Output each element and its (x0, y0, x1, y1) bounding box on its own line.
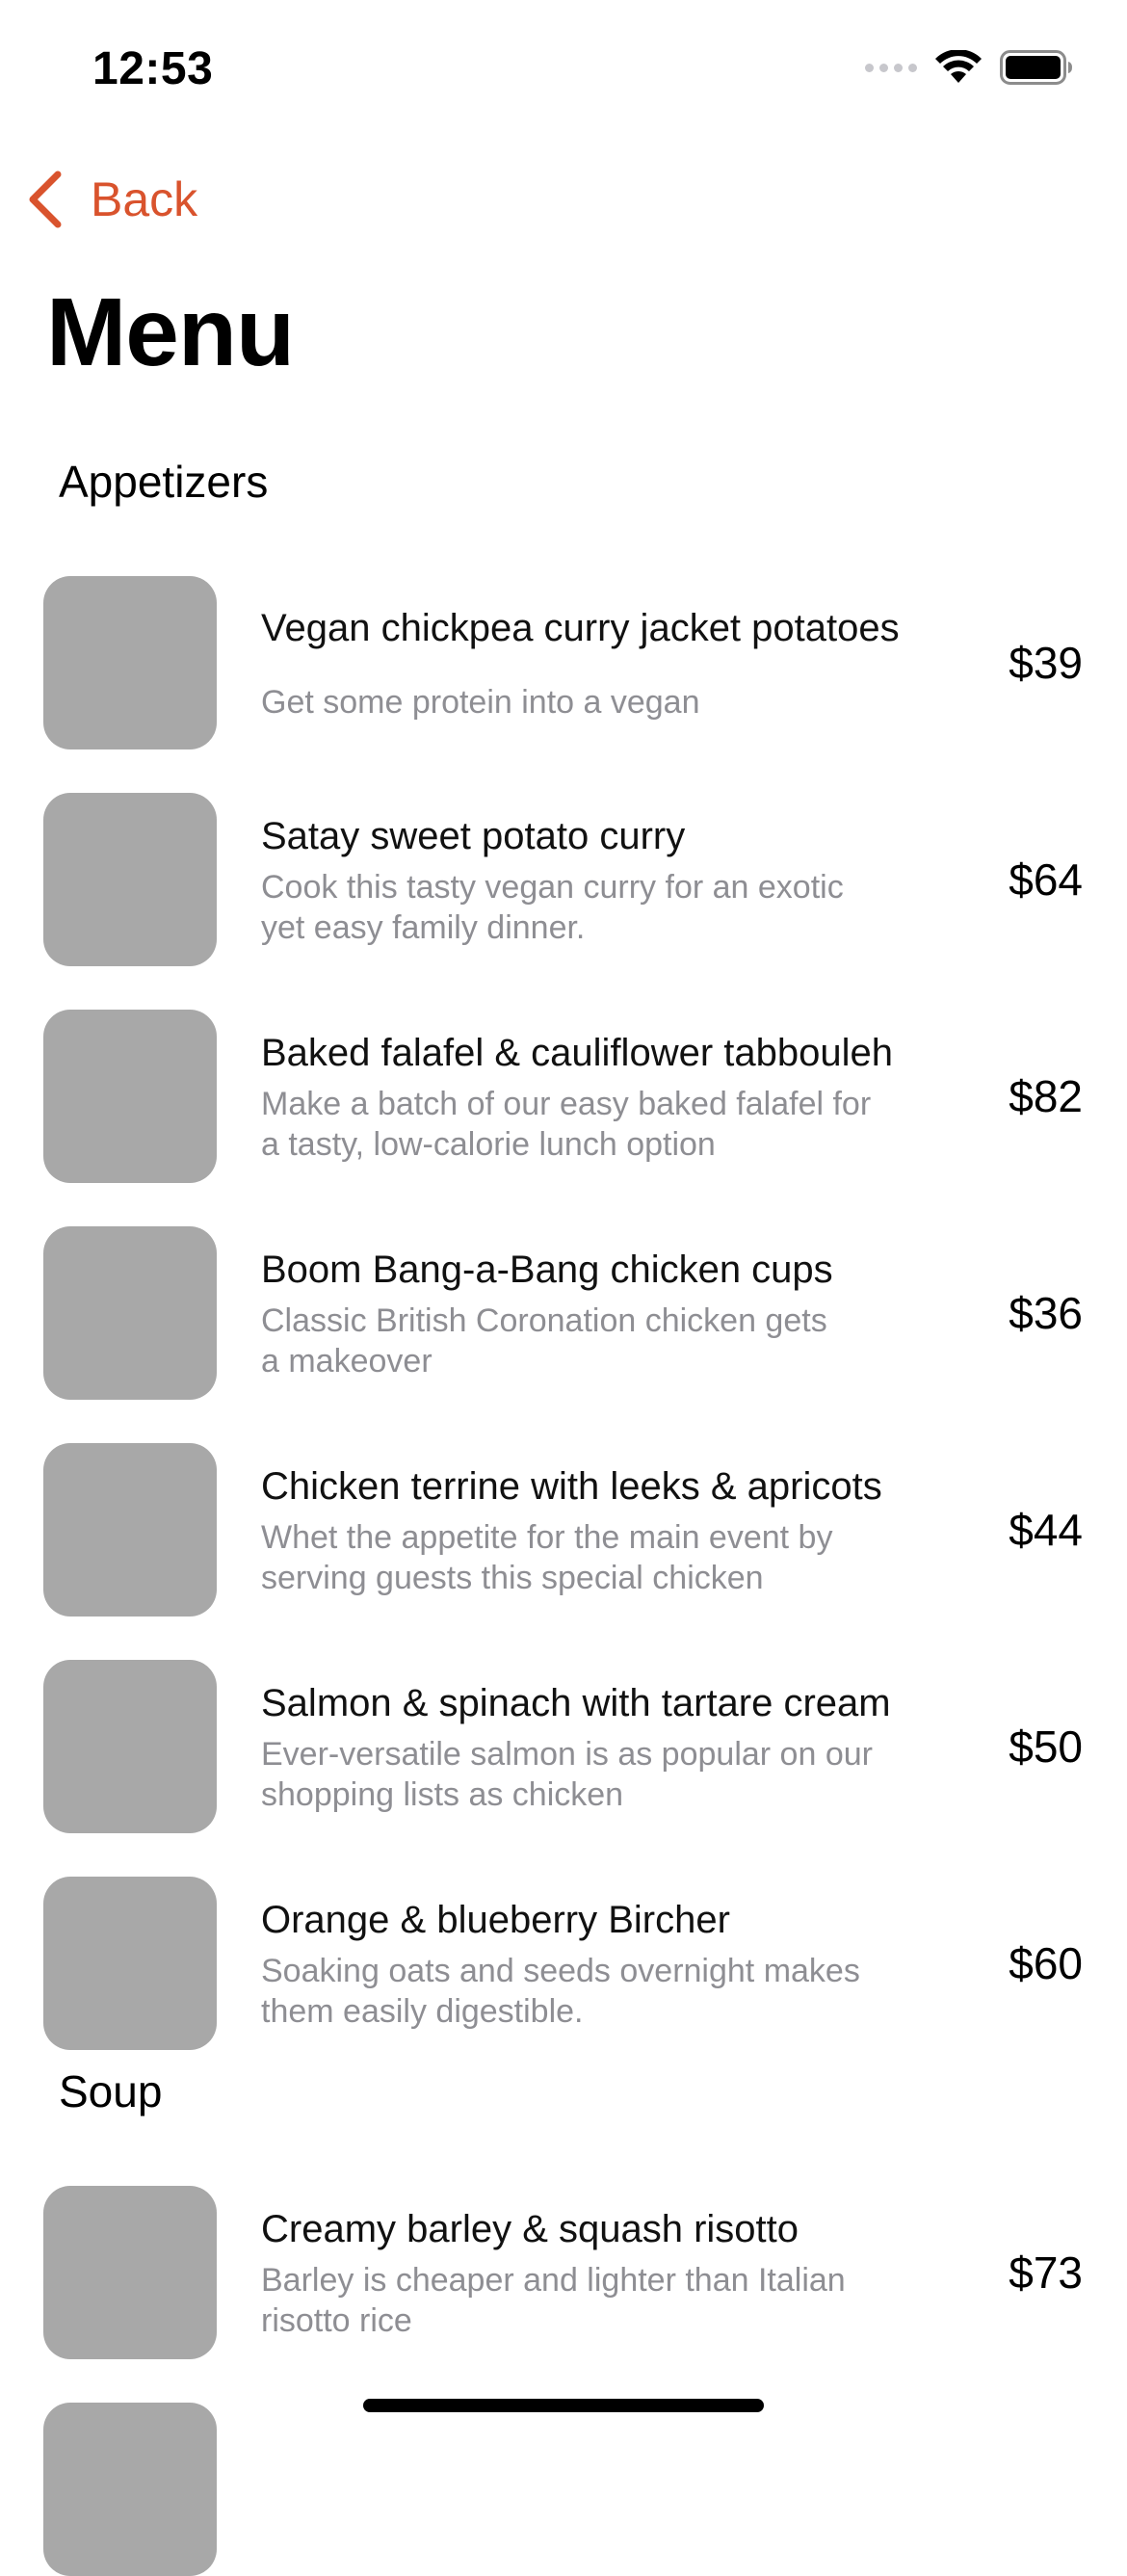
item-name: Satay sweet potato curry (261, 815, 686, 857)
item-price: $39 (1009, 638, 1083, 688)
item-description: Ever-versatile salmon is as popular on o… (261, 1736, 873, 1813)
item-description: Make a batch of our easy baked falafel f… (261, 1086, 872, 1163)
menu-item[interactable]: Vegan chickpea curry jacket potatoes Get… (0, 520, 1127, 749)
item-image-placeholder (43, 2186, 217, 2359)
wifi-icon (935, 50, 982, 83)
menu-item[interactable]: Satay sweet potato curry Cook this tasty… (0, 737, 1127, 966)
item-price: $82 (1009, 1071, 1083, 1121)
item-image-placeholder (43, 2403, 217, 2576)
page-title: Menu (46, 278, 295, 386)
item-description: Whet the appetite for the main event by … (261, 1519, 833, 1596)
section-header-soup: Soup (59, 2066, 163, 2116)
item-image-placeholder (43, 1010, 217, 1183)
item-image-placeholder (43, 1226, 217, 1400)
item-price: $60 (1009, 1938, 1083, 1988)
menu-item[interactable]: Creamy barley & squash risotto Barley is… (0, 2130, 1127, 2359)
item-name: Vegan chickpea curry jacket potatoes (261, 607, 900, 649)
item-description: Classic British Coronation chicken gets … (261, 1302, 827, 1380)
item-name: Salmon & spinach with tartare cream (261, 1682, 891, 1724)
item-name: Chicken terrine with leeks & apricots (261, 1465, 882, 1508)
home-indicator (363, 2399, 764, 2412)
menu-list: Appetizers Vegan chickpea curry jacket p… (0, 443, 1127, 2576)
item-price: $73 (1009, 2247, 1083, 2298)
item-price: $36 (1009, 1288, 1083, 1338)
item-description: Soaking oats and seeds overnight makes t… (261, 1953, 860, 2030)
menu-item-partial[interactable] (0, 2347, 1127, 2576)
item-image-placeholder (43, 1660, 217, 1833)
item-name: Orange & blueberry Bircher (261, 1899, 730, 1941)
item-image-placeholder (43, 793, 217, 966)
item-description: Get some protein into a vegan (261, 684, 700, 721)
item-name: Baked falafel & cauliflower tabbouleh (261, 1032, 893, 1074)
item-image-placeholder (43, 1877, 217, 2050)
item-price: $50 (1009, 1722, 1083, 1772)
menu-item[interactable]: Baked falafel & cauliflower tabbouleh Ma… (0, 954, 1127, 1183)
item-name: Creamy barley & squash risotto (261, 2208, 799, 2250)
item-image-placeholder (43, 1443, 217, 1617)
status-icons (865, 50, 1073, 85)
battery-icon (1000, 50, 1072, 85)
menu-item[interactable]: Chicken terrine with leeks & apricots Wh… (0, 1387, 1127, 1617)
item-image-placeholder (43, 576, 217, 749)
back-label: Back (91, 172, 198, 226)
cellular-signal-icon (865, 63, 917, 72)
item-name: Boom Bang-a-Bang chicken cups (261, 1249, 833, 1291)
chevron-left-icon (29, 171, 62, 228)
status-bar: 12:53 (0, 0, 1127, 135)
item-description: Barley is cheaper and lighter than Itali… (261, 2262, 846, 2339)
status-time: 12:53 (92, 43, 214, 94)
back-button[interactable]: Back (27, 166, 197, 233)
item-price: $44 (1009, 1505, 1083, 1555)
menu-item[interactable]: Boom Bang-a-Bang chicken cups Classic Br… (0, 1170, 1127, 1400)
menu-item[interactable]: Orange & blueberry Bircher Soaking oats … (0, 1821, 1127, 2050)
item-description: Cook this tasty vegan curry for an exoti… (261, 869, 844, 946)
item-price: $64 (1009, 854, 1083, 905)
section-header-appetizers: Appetizers (59, 457, 269, 507)
menu-item[interactable]: Salmon & spinach with tartare cream Ever… (0, 1604, 1127, 1833)
